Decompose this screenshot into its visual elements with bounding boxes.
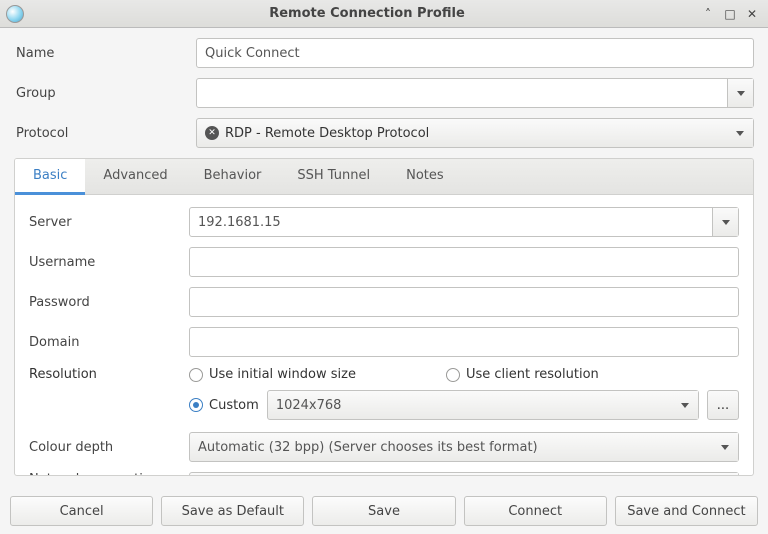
radio-client-resolution[interactable]: Use client resolution	[446, 367, 599, 382]
name-input[interactable]	[196, 38, 754, 68]
network-combo[interactable]: None	[189, 472, 739, 476]
network-dropdown-button[interactable]	[712, 473, 738, 476]
colour-value: Automatic (32 bpp) (Server chooses its b…	[190, 440, 712, 455]
server-label: Server	[29, 215, 189, 230]
maximize-icon[interactable]: □	[724, 8, 736, 20]
row-network-type: Network connection type None	[29, 472, 739, 476]
chevron-down-icon	[722, 220, 730, 225]
radio-custom[interactable]: Custom	[189, 398, 259, 413]
protocol-value: ✕ RDP - Remote Desktop Protocol	[197, 126, 727, 141]
save-connect-button[interactable]: Save and Connect	[615, 496, 758, 526]
username-input[interactable]	[189, 247, 739, 277]
row-protocol: Protocol ✕ RDP - Remote Desktop Protocol	[14, 118, 754, 148]
group-combo[interactable]	[196, 78, 754, 108]
domain-input[interactable]	[189, 327, 739, 357]
tab-behavior[interactable]: Behavior	[186, 159, 280, 194]
radio-dot-icon	[446, 368, 460, 382]
minimize-icon[interactable]: ˄	[702, 8, 714, 20]
titlebar: Remote Connection Profile ˄ □ ✕	[0, 0, 768, 28]
window-buttons: ˄ □ ✕	[702, 8, 762, 20]
chevron-down-icon	[736, 131, 744, 136]
row-password: Password	[29, 287, 739, 317]
app-icon	[6, 5, 24, 23]
row-resolution-custom: Custom 1024x768 ...	[189, 390, 739, 420]
save-default-button[interactable]: Save as Default	[161, 496, 304, 526]
protocol-dropdown-button[interactable]	[727, 119, 753, 147]
protocol-text: RDP - Remote Desktop Protocol	[225, 126, 429, 141]
row-username: Username	[29, 247, 739, 277]
colour-combo[interactable]: Automatic (32 bpp) (Server chooses its b…	[189, 432, 739, 462]
content: Name Group Protocol ✕ RDP - Remote Deskt…	[0, 28, 768, 476]
close-icon[interactable]: ✕	[746, 8, 758, 20]
resolution-radios-line1: Use initial window size Use client resol…	[189, 367, 599, 382]
password-input[interactable]	[189, 287, 739, 317]
group-label: Group	[14, 86, 196, 101]
resolution-combo[interactable]: 1024x768	[267, 390, 699, 420]
resolution-value: 1024x768	[268, 398, 672, 413]
resolution-dropdown-button[interactable]	[672, 391, 698, 419]
password-label: Password	[29, 295, 189, 310]
row-domain: Domain	[29, 327, 739, 357]
tab-body-basic: Server Username Password Domain Resoluti…	[15, 195, 753, 473]
bottom-bar: Cancel Save as Default Save Connect Save…	[0, 488, 768, 534]
save-button[interactable]: Save	[312, 496, 455, 526]
tab-bar: Basic Advanced Behavior SSH Tunnel Notes	[15, 159, 753, 195]
resolution-more-button[interactable]: ...	[707, 390, 739, 420]
tab-advanced[interactable]: Advanced	[85, 159, 185, 194]
tab-ssh-tunnel[interactable]: SSH Tunnel	[279, 159, 388, 194]
cancel-button[interactable]: Cancel	[10, 496, 153, 526]
row-resolution: Resolution Use initial window size Use c…	[29, 367, 739, 382]
network-label: Network connection type	[29, 472, 189, 476]
row-name: Name	[14, 38, 754, 68]
tab-panel: Basic Advanced Behavior SSH Tunnel Notes…	[14, 158, 754, 476]
row-server: Server	[29, 207, 739, 237]
radio-dot-icon	[189, 398, 203, 412]
colour-dropdown-button[interactable]	[712, 433, 738, 461]
row-group: Group	[14, 78, 754, 108]
chevron-down-icon	[737, 91, 745, 96]
protocol-label: Protocol	[14, 126, 196, 141]
colour-label: Colour depth	[29, 440, 189, 455]
radio-client-label: Use client resolution	[466, 367, 599, 382]
chevron-down-icon	[681, 403, 689, 408]
server-combo[interactable]	[189, 207, 739, 237]
chevron-down-icon	[721, 445, 729, 450]
tab-notes[interactable]: Notes	[388, 159, 462, 194]
radio-initial-window[interactable]: Use initial window size	[189, 367, 356, 382]
radio-custom-label: Custom	[209, 398, 259, 413]
row-colour-depth: Colour depth Automatic (32 bpp) (Server …	[29, 432, 739, 462]
username-label: Username	[29, 255, 189, 270]
name-label: Name	[14, 46, 196, 61]
tab-basic[interactable]: Basic	[15, 159, 85, 195]
group-dropdown-button[interactable]	[727, 79, 753, 107]
protocol-combo[interactable]: ✕ RDP - Remote Desktop Protocol	[196, 118, 754, 148]
domain-label: Domain	[29, 335, 189, 350]
radio-initial-label: Use initial window size	[209, 367, 356, 382]
server-dropdown-button[interactable]	[712, 208, 738, 236]
radio-dot-icon	[189, 368, 203, 382]
connect-button[interactable]: Connect	[464, 496, 607, 526]
window-title: Remote Connection Profile	[32, 6, 702, 21]
rdp-icon: ✕	[205, 126, 219, 140]
server-input[interactable]	[190, 208, 712, 236]
resolution-label: Resolution	[29, 367, 189, 382]
